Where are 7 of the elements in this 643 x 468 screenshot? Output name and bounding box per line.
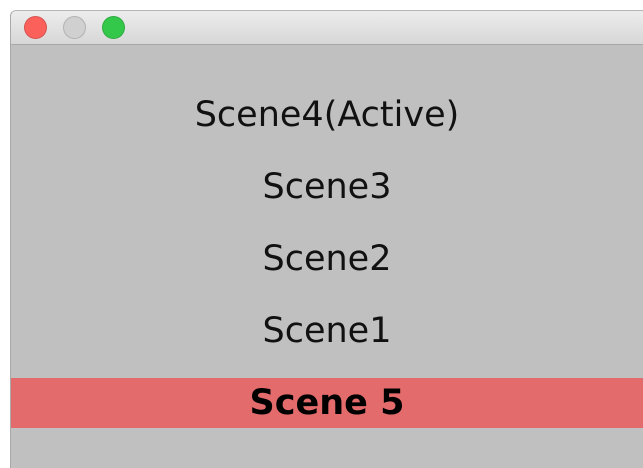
scene-item[interactable]: Scene3 [11, 162, 643, 212]
close-button[interactable] [24, 16, 47, 39]
scene-item[interactable]: Scene 5 [11, 378, 643, 428]
scene-item[interactable]: Scene2 [11, 234, 643, 284]
zoom-button[interactable] [102, 16, 125, 39]
scene-item[interactable]: Scene4(Active) [11, 90, 643, 140]
scene-item[interactable]: Scene1 [11, 306, 643, 356]
